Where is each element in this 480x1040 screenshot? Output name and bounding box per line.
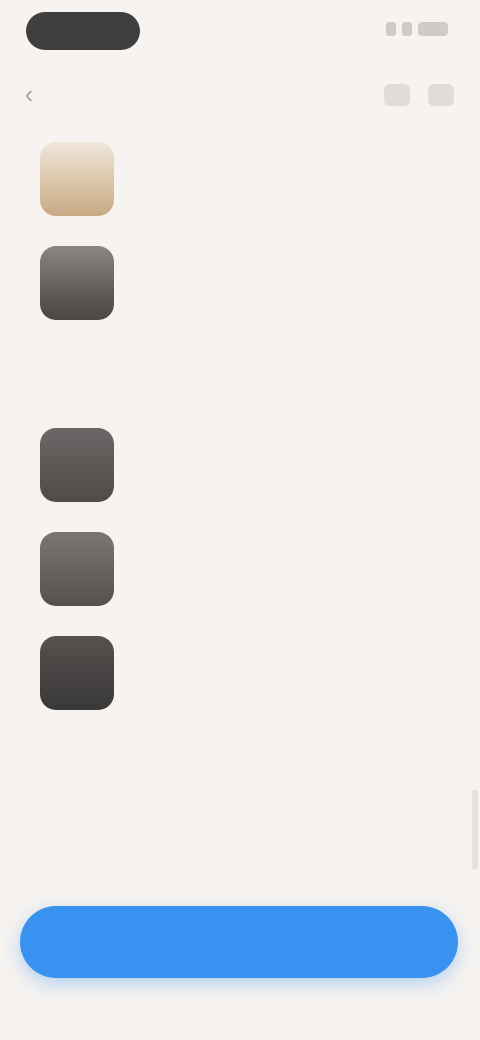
- battery-icon: [418, 22, 448, 36]
- item-thumbnail: [40, 636, 114, 710]
- back-button[interactable]: ‹: [14, 78, 44, 110]
- list-item[interactable]: [0, 136, 480, 226]
- list-item[interactable]: [0, 524, 480, 614]
- list-item[interactable]: [0, 240, 480, 330]
- list-item[interactable]: [0, 628, 480, 718]
- item-thumbnail: [40, 428, 114, 502]
- top-bar: ‹: [0, 70, 480, 120]
- status-bar: [0, 0, 480, 64]
- chevron-left-icon: ‹: [24, 79, 34, 109]
- primary-action-button[interactable]: [20, 906, 458, 978]
- signal-icon: [386, 22, 396, 36]
- wifi-icon: [402, 22, 412, 36]
- item-thumbnail: [40, 246, 114, 320]
- status-time: [26, 12, 140, 50]
- scrollbar[interactable]: [472, 790, 478, 870]
- more-icon[interactable]: [428, 84, 454, 106]
- list-item[interactable]: [0, 420, 480, 510]
- status-icons: [386, 22, 452, 38]
- item-thumbnail: [40, 532, 114, 606]
- share-icon[interactable]: [384, 84, 410, 106]
- item-thumbnail: [40, 142, 114, 216]
